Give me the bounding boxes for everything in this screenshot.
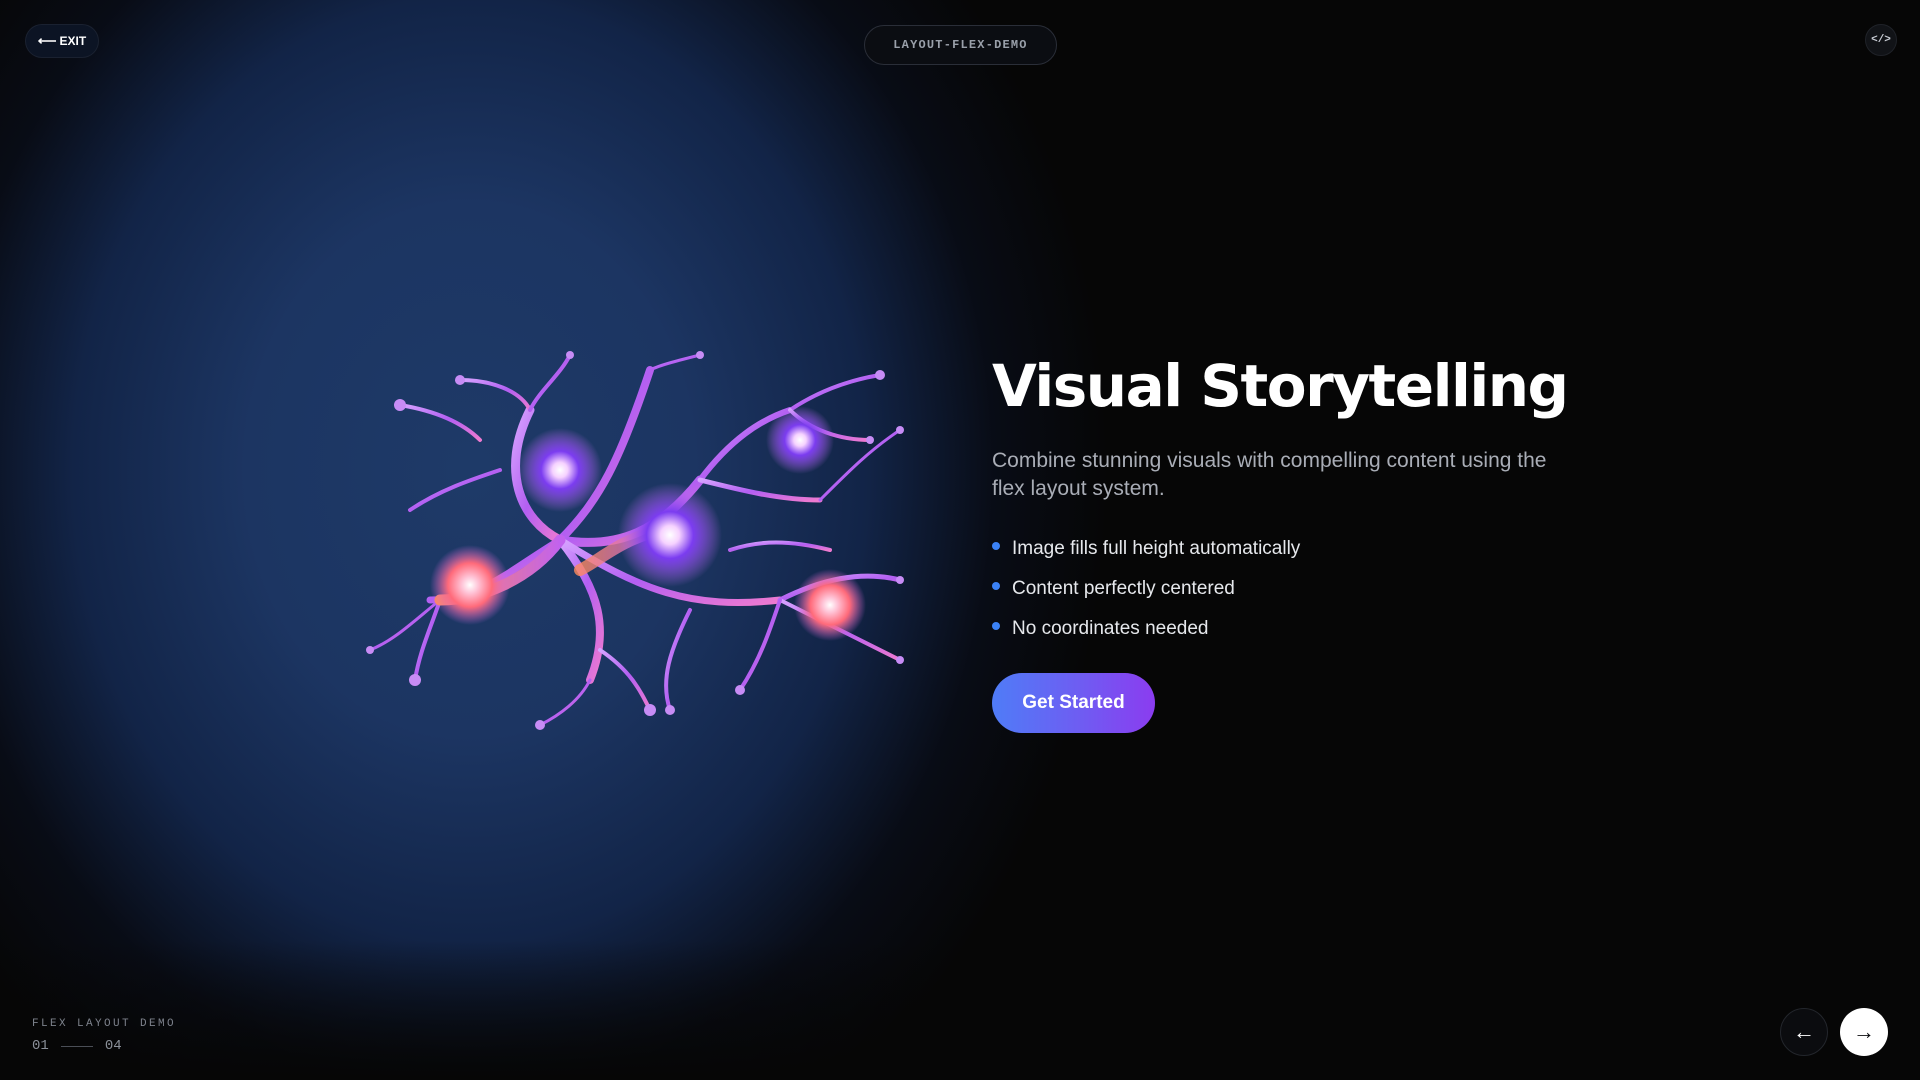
total-slide-number: 04 (104, 1038, 122, 1054)
slide-content: Visual Storytelling Combine stunning vis… (992, 352, 1612, 733)
exit-button[interactable]: ⟵ EXIT (25, 24, 99, 58)
code-view-button[interactable]: </> (1865, 24, 1897, 56)
list-item-text: Content perfectly centered (1012, 577, 1235, 599)
bullet-dot-icon (992, 541, 1000, 550)
bullet-dot-icon (992, 621, 1000, 630)
previous-slide-button[interactable]: ← (1780, 1008, 1828, 1056)
arrow-right-icon: → (1853, 1019, 1875, 1044)
slide-title: Visual Storytelling (992, 352, 1569, 420)
get-started-button[interactable]: Get Started (992, 672, 1155, 733)
list-item-text: Image fills full height automatically (1012, 537, 1301, 559)
pager-divider (60, 1045, 93, 1047)
slide-description: Combine stunning visuals with compelling… (992, 448, 1547, 500)
next-slide-button[interactable]: → (1840, 1008, 1888, 1056)
neuron-illustration (366, 351, 904, 730)
feature-list: Image fills full height automatically Co… (992, 529, 1612, 649)
list-item: No coordinates needed (992, 609, 1612, 649)
bullet-dot-icon (992, 581, 1000, 590)
background-glow (0, 0, 1920, 1080)
code-icon: </> (1871, 34, 1891, 46)
current-slide-number: 01 (32, 1038, 49, 1054)
slide-counter: 01 04 (32, 1038, 122, 1054)
deck-title: FLEX LAYOUT DEMO (32, 1018, 177, 1030)
list-item: Image fills full height automatically (992, 529, 1612, 569)
arrow-left-icon: ⟵ (37, 33, 57, 48)
list-item-text: No coordinates needed (1012, 617, 1209, 639)
slide-tag: LAYOUT-FLEX-DEMO (864, 25, 1057, 65)
arrow-left-icon: ← (1793, 1019, 1815, 1044)
background-fade (0, 940, 1920, 1080)
exit-label: EXIT (59, 34, 87, 48)
list-item: Content perfectly centered (992, 569, 1612, 609)
